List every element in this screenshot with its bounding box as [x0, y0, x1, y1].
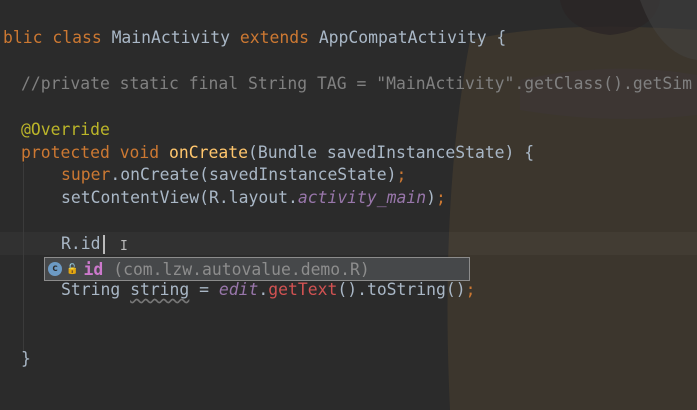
code-line[interactable]: String string = edit.getText().toString(… — [61, 278, 476, 301]
autocomplete-popup[interactable]: c 🔓 id (com.lzw.autovalue.demo.R) — [44, 257, 470, 281]
code-line[interactable]: protected void onCreate(Bundle savedInst… — [21, 141, 534, 164]
code-token: String — [61, 279, 131, 299]
code-token: protected — [21, 142, 120, 162]
code-token: MainActivity — [111, 28, 240, 47]
code-token: } — [21, 348, 31, 368]
code-token: void — [119, 142, 170, 162]
code-token: onCreate — [169, 142, 248, 162]
code-line[interactable]: blic class MainActivity extends AppCompa… — [3, 26, 506, 49]
code-line[interactable]: //private static final String TAG = "Mai… — [21, 72, 692, 95]
completion-item-name[interactable]: id — [83, 260, 103, 279]
code-token: super — [61, 165, 111, 185]
code-token: setContentView(R.layout. — [61, 188, 298, 208]
code-token: extends — [239, 28, 319, 47]
code-token: (Bundle savedInstanceState) { — [247, 142, 535, 162]
code-line[interactable]: super.onCreate(savedInstanceState); — [61, 163, 406, 186]
code-token: string — [130, 279, 190, 299]
code-token: getText — [268, 279, 338, 299]
code-token: ().toString() — [337, 279, 466, 299]
code-token: blic — [3, 28, 53, 47]
code-token: AppCompatActivity { — [318, 28, 507, 47]
class-field-icon: c — [48, 262, 62, 276]
code-token: ; — [396, 165, 407, 185]
code-editor[interactable]: blic class MainActivity extends AppCompa… — [0, 0, 697, 410]
completion-item-package: (com.lzw.autovalue.demo.R) — [113, 259, 370, 279]
code-line[interactable]: R.id — [61, 232, 100, 255]
code-token: . — [258, 279, 269, 299]
code-token: ) — [426, 188, 437, 208]
code-line[interactable]: } — [21, 347, 31, 370]
code-token: .onCreate(savedInstanceState) — [110, 165, 397, 185]
code-token: @Override — [21, 119, 110, 139]
code-token: ; — [465, 279, 476, 299]
code-token: R.id — [61, 234, 101, 254]
ibeam-cursor-icon: I — [120, 239, 128, 254]
code-token: edit — [218, 279, 259, 299]
text-caret — [103, 235, 105, 254]
code-line[interactable]: setContentView(R.layout.activity_main); — [61, 186, 446, 209]
code-token: //private static final String TAG = "Mai… — [21, 73, 693, 93]
code-token: class — [52, 28, 112, 47]
code-line[interactable]: @Override — [21, 118, 110, 141]
code-token: = — [189, 279, 219, 299]
code-token: activity_main — [297, 188, 427, 208]
code-token: ; — [436, 188, 446, 208]
unlock-icon: 🔓 — [66, 263, 79, 275]
indent-guide — [23, 163, 24, 353]
